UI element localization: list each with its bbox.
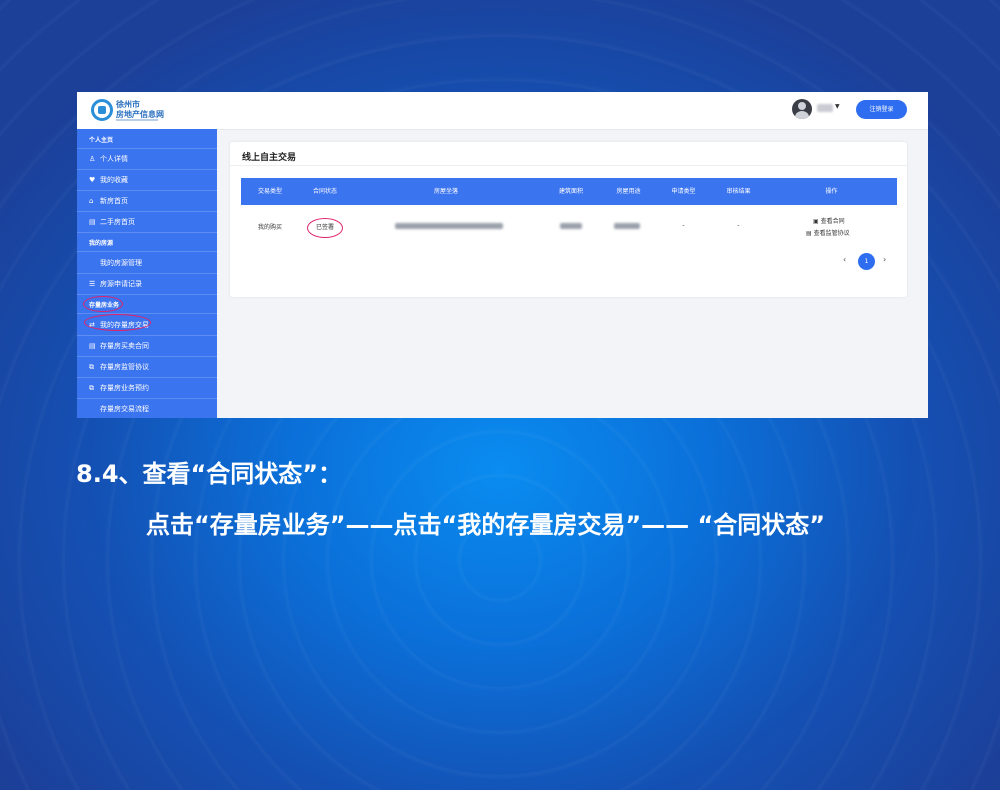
column-header: 交易类型 — [257, 188, 282, 195]
cell-apply-type: - — [682, 222, 685, 229]
copy-icon: ⧉ — [89, 384, 94, 392]
sidebar-item-label: 存量房买卖合同 — [100, 342, 149, 350]
sidebar-item-listing-manage[interactable]: 我的房源管理 — [77, 253, 217, 273]
document-icon: ▤ — [806, 230, 814, 237]
column-header: 申请类型 — [671, 188, 696, 195]
transaction-panel: 线上自主交易 交易类型 合同状态 房屋坐落 建筑面积 房屋用途 申请类型 审核结… — [230, 142, 907, 297]
divider — [77, 251, 217, 252]
address-blurred — [395, 223, 503, 229]
sidebar-item-label: 我的房源管理 — [100, 259, 142, 267]
column-header: 合同状态 — [312, 188, 337, 195]
divider — [77, 294, 217, 295]
divider — [230, 165, 907, 166]
user-icon: ♙ — [89, 155, 96, 163]
pagination-next[interactable]: › — [883, 255, 886, 264]
view-agreement-label: 查看监管协议 — [813, 230, 850, 237]
table-header: 交易类型 合同状态 房屋坐落 建筑面积 房屋用途 申请类型 审核结果 操作 — [241, 178, 897, 205]
sidebar-item-profile[interactable]: ♙ 个人详情 — [77, 149, 217, 169]
sidebar-item-label: 存量房监管协议 — [100, 363, 149, 371]
step-heading: 8.4、查看“合同状态”： — [76, 460, 343, 488]
column-header: 审核结果 — [726, 188, 751, 195]
sidebar-item-listing-records[interactable]: ☰ 房源申请记录 — [77, 274, 217, 294]
pagination-current[interactable]: 1 — [858, 253, 875, 270]
sidebar-item-sale-contract[interactable]: ▤ 存量房买卖合同 — [77, 336, 217, 356]
sidebar-item-favorites[interactable]: ♥ 我的收藏 — [77, 170, 217, 190]
view-agreement-link[interactable]: ▤ 查看监管协议 — [806, 228, 850, 237]
sidebar-section-personal: 个人主页 — [89, 137, 114, 144]
heart-icon: ♥ — [89, 176, 96, 184]
divider — [77, 313, 217, 314]
pagination-prev[interactable]: ‹ — [843, 255, 846, 264]
sidebar-item-label: 我的收藏 — [100, 176, 128, 184]
column-header: 建筑面积 — [558, 188, 583, 195]
sidebar-item-label: 二手房首页 — [100, 218, 135, 226]
cell-review-result: - — [737, 222, 740, 229]
sidebar: 个人主页 ♙ 个人详情 ♥ 我的收藏 ⌂ 新房首页 ▤ 二手房首页 我的房源 我… — [77, 129, 217, 418]
sidebar-item-label: 房源申请记录 — [100, 280, 142, 288]
avatar[interactable] — [792, 99, 812, 119]
instruction-text: 点击“存量房业务”——点击“我的存量房交易”—— “合同状态” — [146, 511, 825, 539]
sidebar-item-supervision-agreement[interactable]: ⧉ 存量房监管协议 — [77, 357, 217, 377]
column-header: 房屋坐落 — [433, 188, 458, 195]
document-icon: ▤ — [89, 342, 96, 350]
logo-underline — [116, 119, 158, 121]
list-icon: ☰ — [89, 280, 96, 288]
chevron-down-icon[interactable]: ▼ — [835, 103, 840, 110]
copy-icon: ⧉ — [89, 363, 94, 371]
top-bar: 徐州市 房地产信息网 ▼ 注销登录 — [77, 92, 928, 130]
sidebar-item-label: 个人详情 — [100, 155, 128, 163]
home-icon: ⌂ — [89, 197, 94, 205]
document-icon: ▤ — [89, 218, 96, 226]
sidebar-item-second-hand[interactable]: ▤ 二手房首页 — [77, 212, 217, 232]
highlight-ring-section — [83, 296, 123, 312]
sidebar-item-label: 新房首页 — [100, 197, 128, 205]
area-blurred — [560, 223, 582, 229]
divider — [77, 232, 217, 233]
sidebar-item-appointment[interactable]: ⧉ 存量房业务预约 — [77, 378, 217, 398]
column-header: 房屋用途 — [616, 188, 641, 195]
contract-icon: ▣ — [813, 218, 821, 225]
column-header: 操作 — [825, 188, 838, 195]
username-blurred[interactable] — [817, 104, 833, 112]
app-screenshot: 徐州市 房地产信息网 ▼ 注销登录 个人主页 ♙ 个人详情 ♥ 我的收藏 ⌂ 新… — [77, 92, 928, 418]
sidebar-section-my-listings: 我的房源 — [89, 240, 114, 247]
site-logo[interactable]: 徐州市 房地产信息网 — [91, 98, 171, 124]
panel-title: 线上自主交易 — [242, 153, 297, 163]
highlight-ring-contract-status — [307, 218, 343, 238]
logo-icon — [91, 99, 113, 121]
usage-blurred — [614, 223, 640, 229]
cell-type: 我的购买 — [257, 224, 282, 231]
view-contract-label: 查看合同 — [820, 218, 845, 225]
sidebar-item-label: 存量房交易流程 — [100, 405, 149, 413]
highlight-ring-my-transactions — [84, 314, 151, 331]
view-contract-link[interactable]: ▣ 查看合同 — [813, 216, 845, 225]
sidebar-item-new-homes[interactable]: ⌂ 新房首页 — [77, 191, 217, 211]
logout-button[interactable]: 注销登录 — [856, 100, 907, 119]
sidebar-item-process[interactable]: 存量房交易流程 — [77, 399, 217, 418]
sidebar-item-label: 存量房业务预约 — [100, 384, 149, 392]
